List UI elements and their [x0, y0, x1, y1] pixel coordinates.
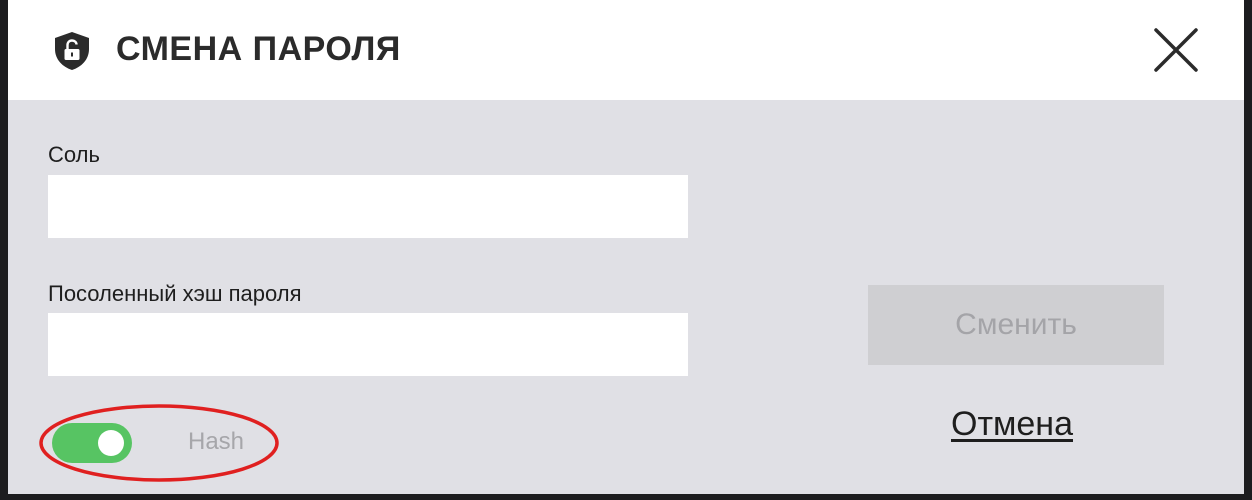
dialog-title: СМЕНА ПАРОЛЯ — [116, 30, 401, 68]
highlight-annotation — [39, 404, 279, 482]
salt-label: Соль — [48, 142, 100, 167]
salt-input[interactable] — [48, 175, 688, 238]
dialog-header: СМЕНА ПАРОЛЯ — [8, 0, 1244, 100]
cancel-link[interactable]: Отмена — [951, 405, 1073, 444]
change-password-dialog: СМЕНА ПАРОЛЯ Соль Посоленный хэш пароля … — [8, 0, 1244, 494]
shield-lock-icon — [55, 32, 89, 70]
close-icon[interactable] — [1150, 24, 1202, 76]
salted-hash-input[interactable] — [48, 313, 688, 376]
change-button[interactable]: Сменить — [868, 285, 1164, 365]
salted-hash-label: Посоленный хэш пароля — [48, 281, 302, 306]
